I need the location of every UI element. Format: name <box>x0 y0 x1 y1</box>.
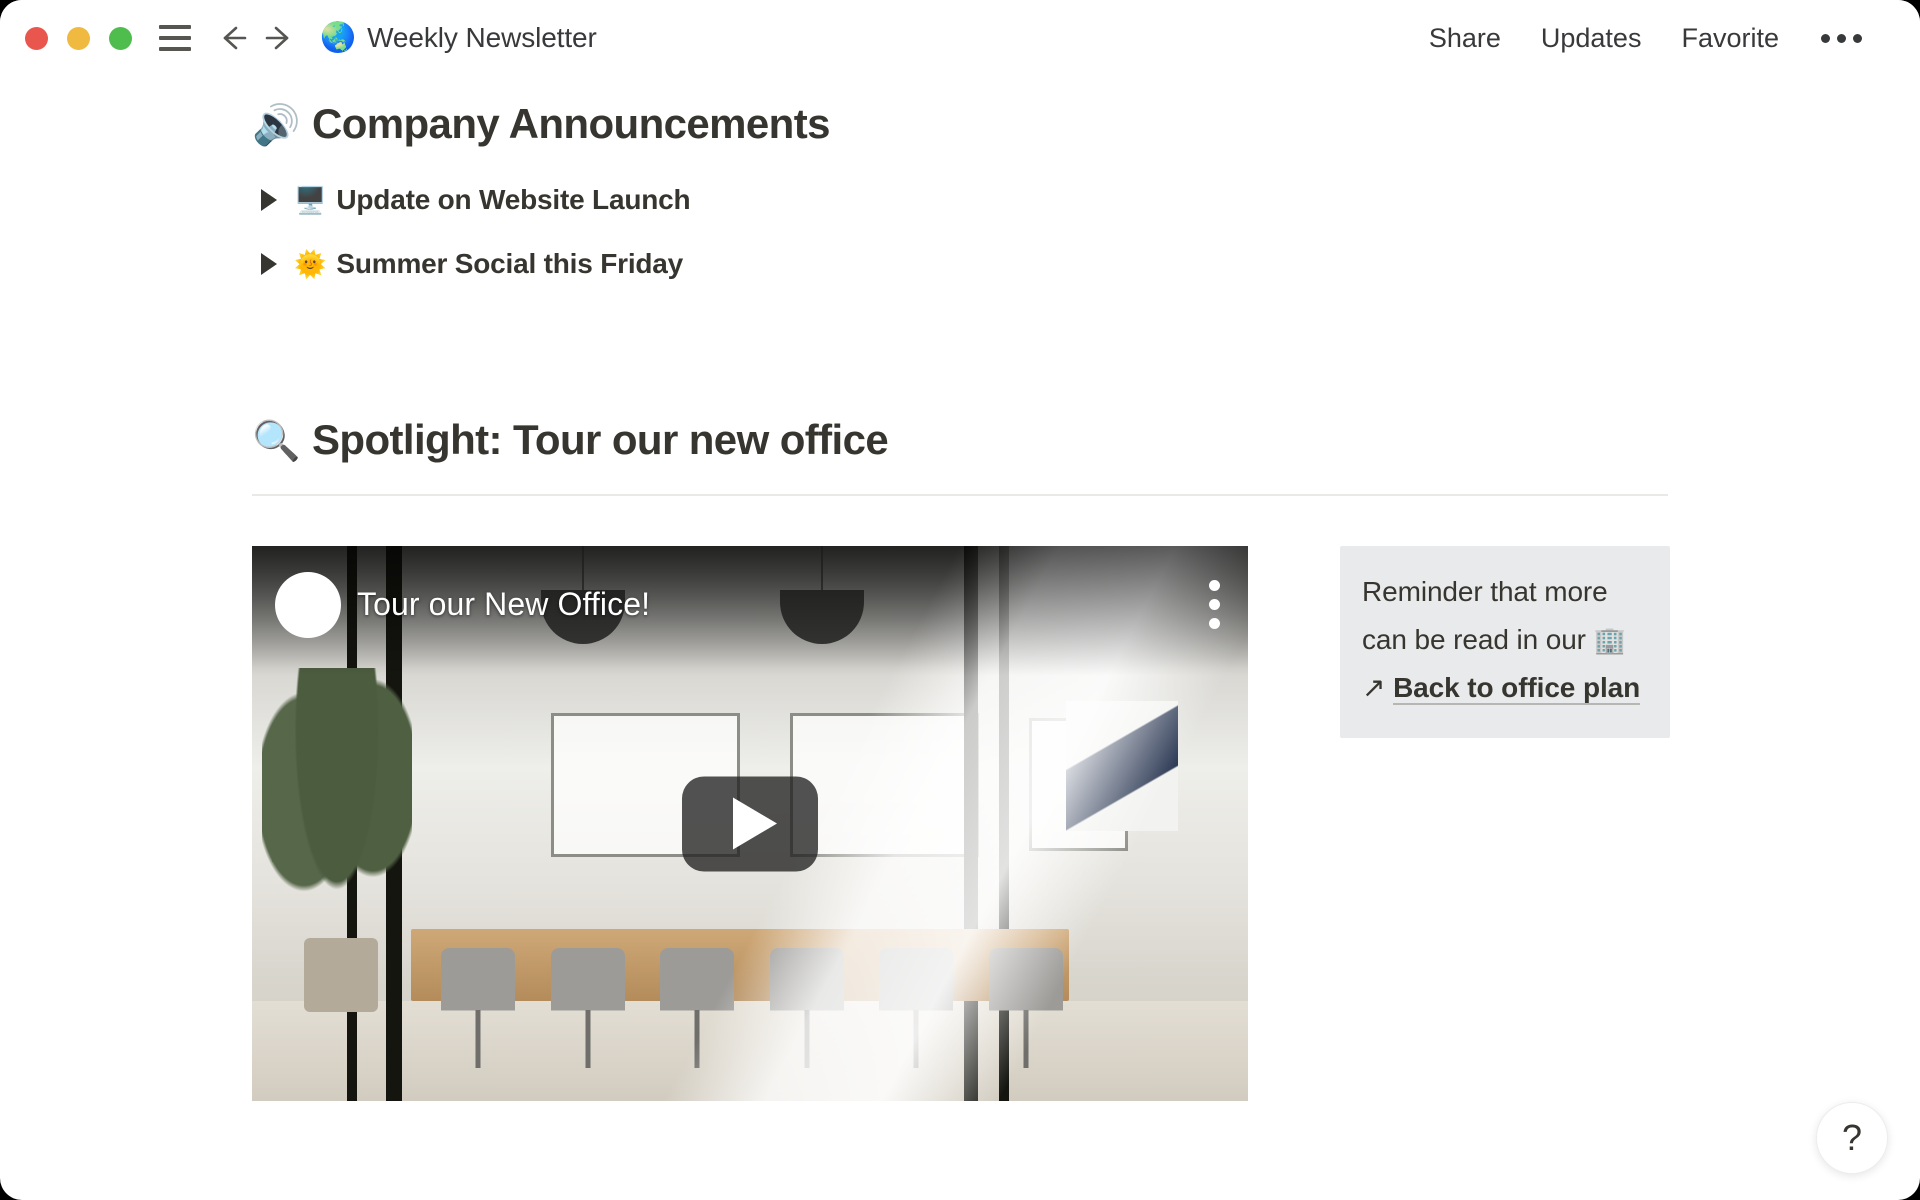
arrow-right-icon[interactable] <box>262 20 298 56</box>
window-controls <box>25 26 132 50</box>
divider <box>252 494 1668 496</box>
spotlight-heading-text: Spotlight: Tour our new office <box>311 416 889 463</box>
kebab-dot <box>1209 599 1220 610</box>
app-window: 🌏 Weekly Newsletter Share Updates Favori… <box>0 0 1920 1200</box>
callout-block: Reminder that more can be read in our 🏢 … <box>1340 546 1670 738</box>
callout-text: Reminder that more can be read in our 🏢 … <box>1362 568 1646 712</box>
wall-mullion <box>964 546 979 1101</box>
office-chair <box>989 947 1064 1068</box>
video-title[interactable]: Tour our New Office! <box>357 586 650 623</box>
titlebar: 🌏 Weekly Newsletter Share Updates Favori… <box>0 0 1920 76</box>
desktop-computer-icon: 🖥️ <box>294 184 327 215</box>
more-dot <box>1837 33 1846 43</box>
video-embed[interactable]: Tour our New Office! <box>252 546 1248 1101</box>
loudspeaker-icon: 🔊 <box>252 104 301 147</box>
toggle-label: Summer Social this Friday <box>336 248 684 279</box>
magnifying-glass-icon: 🔍 <box>252 420 301 463</box>
announcements-heading-text: Company Announcements <box>311 100 831 147</box>
hamburger-line <box>159 36 191 40</box>
page-title: Weekly Newsletter <box>367 22 597 53</box>
chevron-right-icon[interactable] <box>252 189 286 211</box>
kebab-dot <box>1209 618 1220 629</box>
play-button-icon[interactable] <box>682 776 818 871</box>
toggle-label: Update on Website Launch <box>336 184 691 215</box>
more-dot <box>1821 33 1830 43</box>
office-chair <box>879 947 954 1068</box>
kebab-dot <box>1209 580 1220 591</box>
toggle-block-summer-social[interactable]: 🌞 Summer Social this Friday <box>252 248 683 280</box>
office-chair <box>660 947 735 1068</box>
toggle-block-website-launch[interactable]: 🖥️ Update on Website Launch <box>252 184 691 216</box>
spotlight-heading: 🔍 Spotlight: Tour our new office <box>252 416 889 464</box>
channel-avatar[interactable] <box>275 572 341 638</box>
page-content: 🔊 Company Announcements 🖥️ Update on Web… <box>0 76 1920 1200</box>
play-triangle <box>733 797 777 850</box>
sun-icon: 🌞 <box>294 248 327 279</box>
wall-artwork <box>1066 701 1179 832</box>
more-options-icon[interactable] <box>1799 24 1880 53</box>
office-chair <box>550 947 625 1068</box>
office-chair <box>441 947 516 1068</box>
globe-icon: 🌏 <box>320 21 357 54</box>
pendant-lamp <box>779 590 864 645</box>
titlebar-actions: Share Updates Favorite <box>1409 17 1880 60</box>
announcements-heading: 🔊 Company Announcements <box>252 100 830 148</box>
external-link-arrow-icon: ↗ <box>1362 672 1386 703</box>
back-to-office-plan-link[interactable]: Back to office plan <box>1393 672 1640 705</box>
help-button[interactable]: ? <box>1816 1102 1888 1174</box>
arrow-left-icon[interactable] <box>214 20 250 56</box>
updates-button[interactable]: Updates <box>1521 17 1662 60</box>
hamburger-menu-icon[interactable] <box>158 21 192 55</box>
video-more-options-icon[interactable] <box>1209 580 1220 629</box>
window-pane <box>789 712 980 857</box>
minimize-window-button[interactable] <box>67 26 90 50</box>
callout-intro-text: Reminder that more can be read in our <box>1362 576 1608 655</box>
chevron-right-icon[interactable] <box>252 253 286 275</box>
hamburger-line <box>159 47 191 51</box>
maximize-window-button[interactable] <box>109 26 132 50</box>
office-plant <box>261 668 412 1013</box>
share-button[interactable]: Share <box>1409 17 1521 60</box>
more-dot <box>1853 33 1862 43</box>
hamburger-line <box>159 25 191 29</box>
close-window-button[interactable] <box>25 26 48 50</box>
office-chair <box>769 947 844 1068</box>
office-building-icon: 🏢 <box>1593 625 1626 655</box>
favorite-button[interactable]: Favorite <box>1661 17 1799 60</box>
